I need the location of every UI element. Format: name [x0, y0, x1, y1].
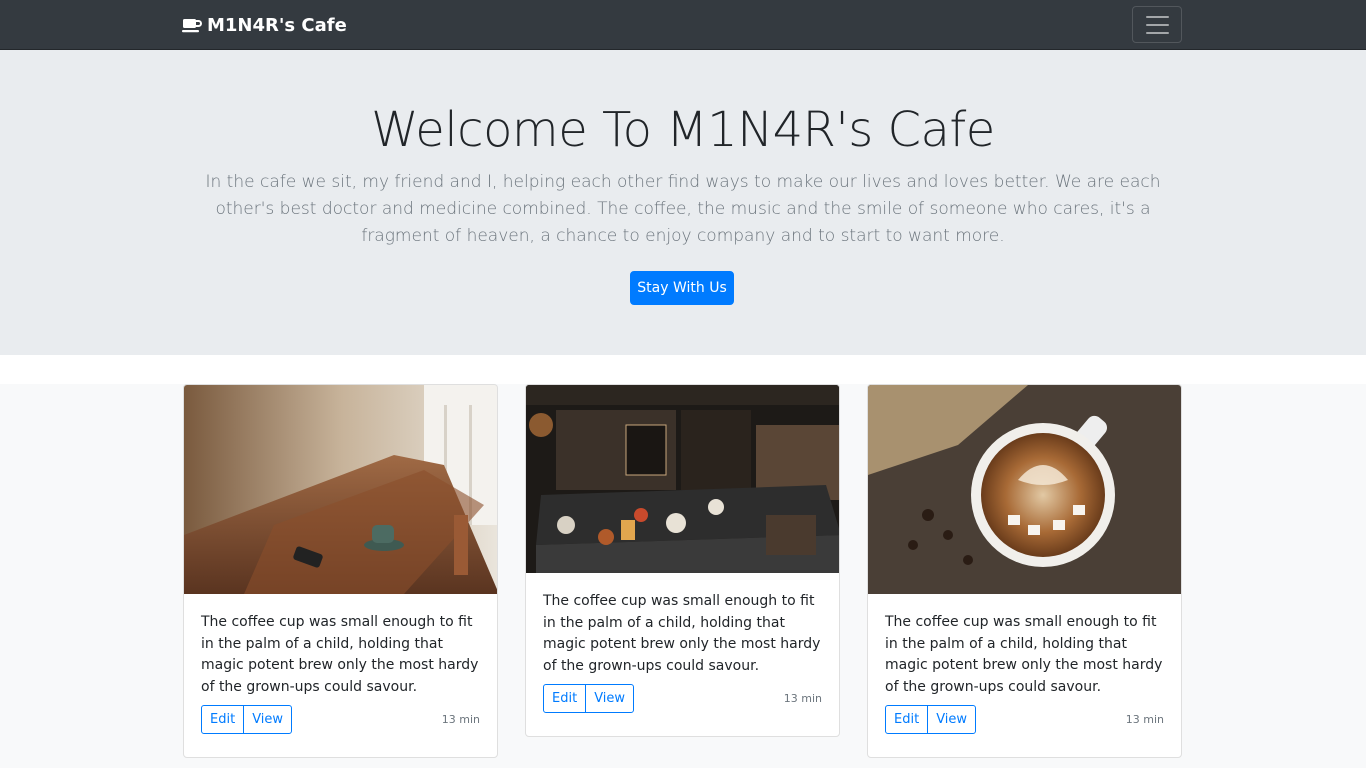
card-2: The coffee cup was small enough to fit i… [525, 384, 840, 737]
hero-title: Welcome To M1N4R's Cafe [371, 102, 995, 158]
card-2-image-art [526, 385, 839, 573]
hero-lead: In the cafe we sit, my friend and I, hel… [205, 172, 1161, 246]
latte-art-coffee-cup-photo [868, 385, 1181, 594]
view-button[interactable]: View [585, 683, 635, 713]
hero-jumbotron: Welcome To M1N4R's Cafe In the cafe we s… [0, 50, 1366, 355]
navbar: M1N4R's Cafe [0, 0, 1366, 50]
hamburger-menu-icon-bar [1145, 31, 1169, 34]
hamburger-menu-icon [1145, 15, 1169, 18]
card-1: The coffee cup was small enough to fit i… [183, 384, 498, 758]
card-3: The coffee cup was small enough to fit i… [867, 384, 1182, 758]
hamburger-menu-icon-bar [1145, 23, 1169, 26]
cafe-interior-wooden-table-photo [184, 385, 497, 594]
edit-button[interactable]: Edit [885, 704, 929, 734]
card-footer: Edit View 13 min [201, 704, 480, 734]
card-text: The coffee cup was small enough to fit i… [885, 614, 1163, 696]
card-1-body: The coffee cup was small enough to fit i… [184, 594, 497, 752]
card-button-group: Edit View [201, 704, 293, 734]
brand-link[interactable]: M1N4R's Cafe [182, 0, 347, 50]
read-time: 13 min [441, 712, 480, 726]
coffee-cup-icon [182, 19, 202, 33]
card-footer: Edit View 13 min [885, 704, 1164, 734]
read-time: 13 min [1125, 712, 1164, 726]
card-button-group: Edit View [543, 683, 635, 713]
card-3-body: The coffee cup was small enough to fit i… [868, 594, 1181, 752]
cafe-counter-bar-photo [526, 385, 839, 573]
card-footer: Edit View 13 min [543, 683, 822, 713]
card-button-group: Edit View [885, 704, 977, 734]
view-button[interactable]: View [243, 704, 293, 734]
read-time: 13 min [783, 691, 822, 705]
stay-with-us-button[interactable]: Stay With Us [630, 271, 734, 305]
section-divider [0, 355, 1366, 384]
card-text: The coffee cup was small enough to fit i… [201, 614, 479, 696]
view-button[interactable]: View [927, 704, 977, 734]
navbar-toggler-button[interactable] [1132, 6, 1182, 43]
edit-button[interactable]: Edit [543, 683, 587, 713]
card-1-image-art [184, 385, 497, 594]
brand-name: M1N4R's Cafe [207, 14, 347, 36]
card-text: The coffee cup was small enough to fit i… [543, 593, 821, 675]
card-2-body: The coffee cup was small enough to fit i… [526, 573, 839, 731]
edit-button[interactable]: Edit [201, 704, 245, 734]
card-3-image-art [868, 385, 1181, 594]
